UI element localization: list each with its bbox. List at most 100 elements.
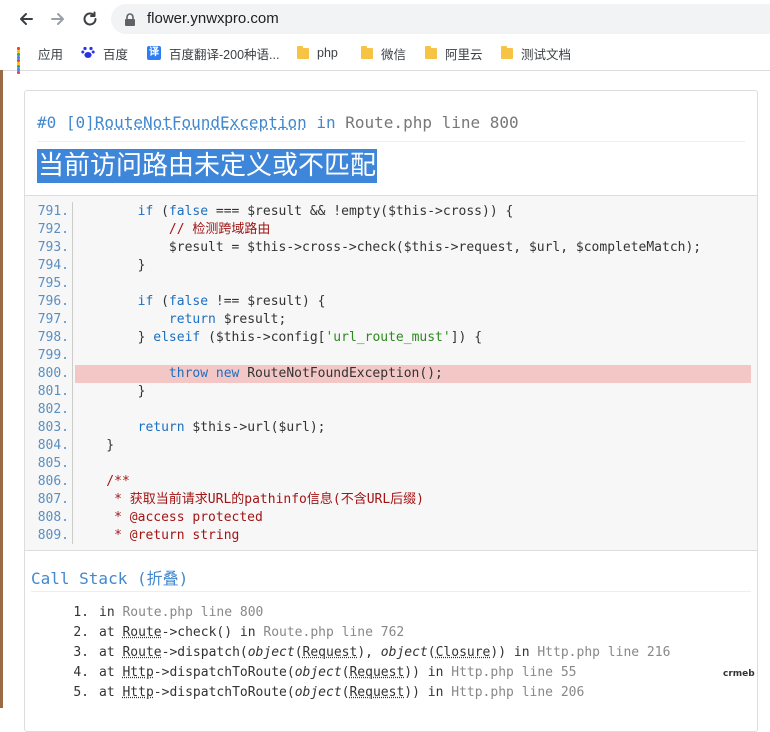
bookmark-baidu-fanyi[interactable]: 译 百度翻译-200种语... [147, 44, 279, 62]
code-line: 808. * @access protected [25, 509, 757, 527]
code-line: 809. * @return string [25, 527, 757, 545]
exception-in: in [316, 113, 336, 132]
code-line: 798. } elseif ($this->config['url_route_… [25, 329, 757, 347]
bookmark-label: 微信 [381, 47, 407, 62]
folder-icon [425, 45, 437, 59]
bookmark-baidu[interactable]: 百度 [81, 44, 128, 62]
line-number: 805. [37, 456, 69, 471]
class-name[interactable]: Request [349, 665, 404, 680]
class-name[interactable]: Route [122, 645, 161, 660]
line-number: 793. [37, 240, 69, 255]
line-number: 802. [37, 402, 69, 417]
arg-type: object [294, 685, 342, 700]
line-number: 799. [37, 348, 69, 363]
browser-chrome: flower.ynwxpro.com 应用 百度 译 百度翻译-200种语...… [0, 0, 770, 74]
code-line: 796. if (false !== $result) { [25, 293, 757, 311]
call-stack-number: 5. [73, 685, 89, 700]
bookmark-label: php [317, 46, 338, 60]
call-stack-number: 3. [73, 645, 89, 660]
code-line: 797. return $result; [25, 311, 757, 329]
baidu-paw-icon [81, 45, 95, 62]
exception-class[interactable]: RouteNotFoundException [95, 113, 307, 132]
page-edge-strip [0, 70, 3, 708]
bookmark-test-docs[interactable]: 测试文档 [501, 44, 571, 62]
code-line: 799. [25, 347, 757, 365]
call-stack-number: 1. [73, 605, 89, 620]
call-text: at [99, 645, 123, 660]
bookmark-label: 测试文档 [521, 47, 572, 62]
bookmark-label: 应用 [38, 47, 64, 62]
call-stack-item: 3. at Route->dispatch(object(Request), ob… [59, 643, 670, 663]
code-text: * @return string [75, 528, 240, 543]
arrow-right-icon [51, 13, 64, 25]
code-line: 805. [25, 455, 757, 473]
class-name[interactable]: Request [349, 685, 404, 700]
line-number: 797. [37, 312, 69, 327]
code-text: * 获取当前请求URL的pathinfo信息(不含URL后缀) [75, 492, 425, 507]
code-text: } elseif ($this->config['url_route_must'… [75, 330, 483, 345]
arg-type: object [294, 665, 342, 680]
folder-icon [297, 45, 309, 59]
bookmark-aliyun[interactable]: 阿里云 [425, 44, 483, 62]
file-location: Route.php line 762 [263, 625, 405, 640]
code-line: 793. $result = $this->cross->check($this… [25, 239, 757, 257]
call-text: ->check() in [161, 625, 264, 640]
line-number: 794. [37, 258, 69, 273]
exception-location: Route.php line 800 [345, 113, 519, 132]
file-location: Http.php line 55 [451, 665, 577, 680]
line-number: 809. [37, 528, 69, 543]
line-number: 806. [37, 474, 69, 489]
folder-icon [361, 45, 373, 59]
call-text: )) in [490, 645, 538, 660]
call-text: at [99, 665, 123, 680]
address-bar[interactable]: flower.ynwxpro.com [111, 4, 770, 34]
forward-button[interactable] [47, 8, 69, 30]
exception-header: #0 [0]RouteNotFoundException in Route.ph… [37, 113, 745, 142]
code-line: 792. // 检测跨域路由 [25, 221, 757, 239]
url-text[interactable]: flower.ynwxpro.com [147, 10, 279, 27]
call-stack-toggle[interactable]: Call Stack (折叠) [31, 565, 751, 592]
code-text: $result = $this->cross->check($this->req… [75, 240, 702, 255]
call-text: ->dispatch( [161, 645, 248, 660]
code-line: 794. } [25, 257, 757, 275]
line-number: 792. [37, 222, 69, 237]
bookmark-apps[interactable]: 应用 [17, 44, 64, 74]
back-button[interactable] [15, 8, 37, 30]
address-row: flower.ynwxpro.com [0, 0, 770, 38]
file-location: Http.php line 206 [451, 685, 585, 700]
class-name[interactable]: Route [122, 625, 161, 640]
code-text: if (false === $result && !empty($this->c… [137, 204, 514, 219]
lock-icon[interactable] [124, 12, 136, 31]
call-text: ), [357, 645, 381, 660]
class-name[interactable]: Http [122, 685, 153, 700]
call-stack-number: 2. [73, 625, 89, 640]
reload-button[interactable] [79, 8, 101, 30]
class-name[interactable]: Closure [436, 645, 491, 660]
code-line: 802. [25, 401, 757, 419]
code-text: // 检测跨域路由 [75, 222, 271, 237]
line-number: 795. [37, 276, 69, 291]
call-text: ( [427, 645, 436, 660]
call-stack-list: 1. in Route.php line 800 2. at Route->check… [59, 603, 670, 703]
bookmarks-bar: 应用 百度 译 百度翻译-200种语... php 微信 阿里云 测试文档 [0, 38, 770, 74]
line-number: 801. [37, 384, 69, 399]
class-name[interactable]: Http [122, 665, 153, 680]
arg-type: object [380, 645, 428, 660]
bookmark-php[interactable]: php [297, 44, 338, 62]
class-name[interactable]: Request [303, 645, 358, 660]
call-text: in [99, 605, 123, 620]
exception-message: 当前访问路由未定义或不匹配 [37, 149, 378, 183]
call-text: ->dispatchToRoute( [153, 665, 295, 680]
bookmark-weixin[interactable]: 微信 [361, 44, 406, 62]
code-line-highlighted: 800. throw new RouteNotFoundException(); [25, 365, 757, 383]
code-text: } [75, 438, 115, 453]
line-number: 800. [37, 366, 69, 381]
call-text: at [99, 625, 123, 640]
bookmark-label: 百度 [103, 47, 129, 62]
call-text: ->dispatchToRoute( [153, 685, 295, 700]
call-stack-item: 4. at Http->dispatchToRoute(object(Reques… [59, 663, 670, 683]
line-number: 796. [37, 294, 69, 309]
